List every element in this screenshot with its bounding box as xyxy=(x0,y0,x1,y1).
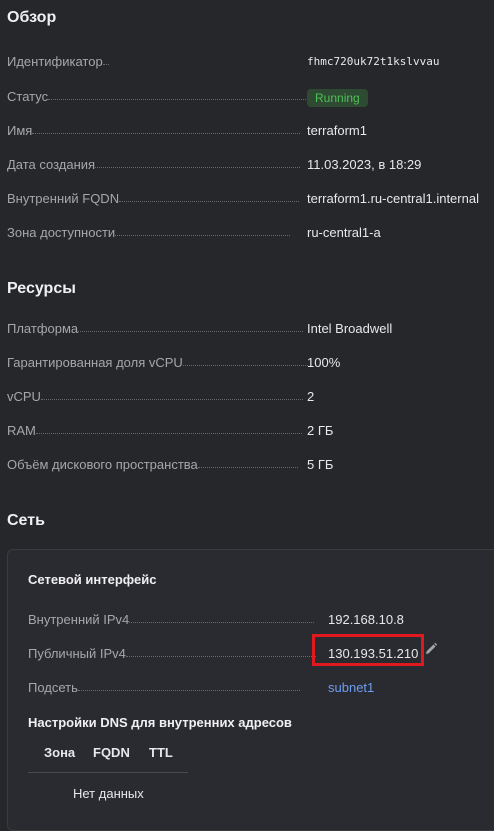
row-name: Имя terraform1 xyxy=(7,120,487,138)
vcpu-value: 2 xyxy=(307,389,315,404)
zone-label: Зона доступности xyxy=(7,225,116,240)
row-id: Идентификатор fhmc720uk72t1kslvvau xyxy=(7,51,487,69)
name-label: Имя xyxy=(7,123,33,138)
row-subnet: Подсеть subnet1 xyxy=(28,677,468,695)
vcpu-label: vCPU xyxy=(7,389,41,404)
name-value: terraform1 xyxy=(307,123,367,138)
row-zone: Зона доступности ru-central1-a xyxy=(7,222,487,240)
pencil-icon[interactable] xyxy=(424,642,438,656)
dots xyxy=(32,132,301,134)
resources-title: Ресурсы xyxy=(7,280,76,297)
platform-label: Платформа xyxy=(7,321,79,336)
row-vcpu-share: Гарантированная доля vCPU 100% xyxy=(7,352,487,370)
row-disk: Объём дискового пространства 5 ГБ xyxy=(7,454,487,472)
dots xyxy=(78,330,304,332)
dns-table-divider xyxy=(28,772,188,773)
dots xyxy=(125,655,316,657)
vcpu-share-label: Гарантированная доля vCPU xyxy=(7,355,183,370)
row-platform: Платформа Intel Broadwell xyxy=(7,318,487,336)
fqdn-value[interactable]: terraform1.ru-central1.internal xyxy=(307,191,479,206)
subnet-label: Подсеть xyxy=(28,680,78,695)
platform-value: Intel Broadwell xyxy=(307,321,393,336)
dns-column-zone: Зона xyxy=(44,745,76,760)
dots xyxy=(35,432,302,434)
network-title: Сеть xyxy=(7,512,45,529)
row-status: Статус Running xyxy=(7,86,487,107)
overview-title: Обзор xyxy=(7,9,57,26)
network-interface-title: Сетевой интерфейс xyxy=(28,572,157,587)
disk-label: Объём дискового пространства xyxy=(7,457,198,472)
dns-empty-state: Нет данных xyxy=(73,786,144,801)
internal-ipv4-label: Внутренний IPv4 xyxy=(28,612,130,627)
dots xyxy=(40,398,303,400)
row-created: Дата создания 11.03.2023, в 18:29 xyxy=(7,154,487,172)
id-label: Идентификатор xyxy=(7,54,103,69)
row-fqdn: Внутренний FQDN terraform1.ru-central1.i… xyxy=(7,188,487,206)
status-badge: Running xyxy=(307,89,368,107)
id-value[interactable]: fhmc720uk72t1kslvvau xyxy=(307,55,439,68)
row-vcpu: vCPU 2 xyxy=(7,386,487,404)
dns-column-fqdn: FQDN xyxy=(93,745,130,760)
created-value: 11.03.2023, в 18:29 xyxy=(307,157,422,172)
status-label: Статус xyxy=(7,89,49,104)
created-label: Дата создания xyxy=(7,157,96,172)
subnet-link[interactable]: subnet1 xyxy=(328,680,374,695)
row-internal-ipv4: Внутренний IPv4 192.168.10.8 xyxy=(28,609,468,627)
dots xyxy=(77,689,300,691)
dots xyxy=(48,98,309,100)
dots xyxy=(102,63,109,65)
dns-column-ttl: TTL xyxy=(149,745,173,760)
dots xyxy=(197,466,298,468)
public-ipv4-highlight xyxy=(312,634,424,666)
dots xyxy=(95,166,301,168)
vcpu-share-value: 100% xyxy=(307,355,341,370)
fqdn-label: Внутренний FQDN xyxy=(7,191,120,206)
zone-value: ru-central1-a xyxy=(307,225,381,240)
public-ipv4-label: Публичный IPv4 xyxy=(28,646,126,661)
dots xyxy=(129,621,315,623)
internal-ipv4-value: 192.168.10.8 xyxy=(328,612,404,627)
row-ram: RAM 2 ГБ xyxy=(7,420,487,438)
dots xyxy=(119,200,300,202)
dots xyxy=(115,234,291,236)
ram-label: RAM xyxy=(7,423,36,438)
dns-settings-title: Настройки DNS для внутренних адресов xyxy=(28,715,292,730)
ram-value: 2 ГБ xyxy=(307,423,334,438)
dots xyxy=(182,364,308,366)
disk-value: 5 ГБ xyxy=(307,457,334,472)
